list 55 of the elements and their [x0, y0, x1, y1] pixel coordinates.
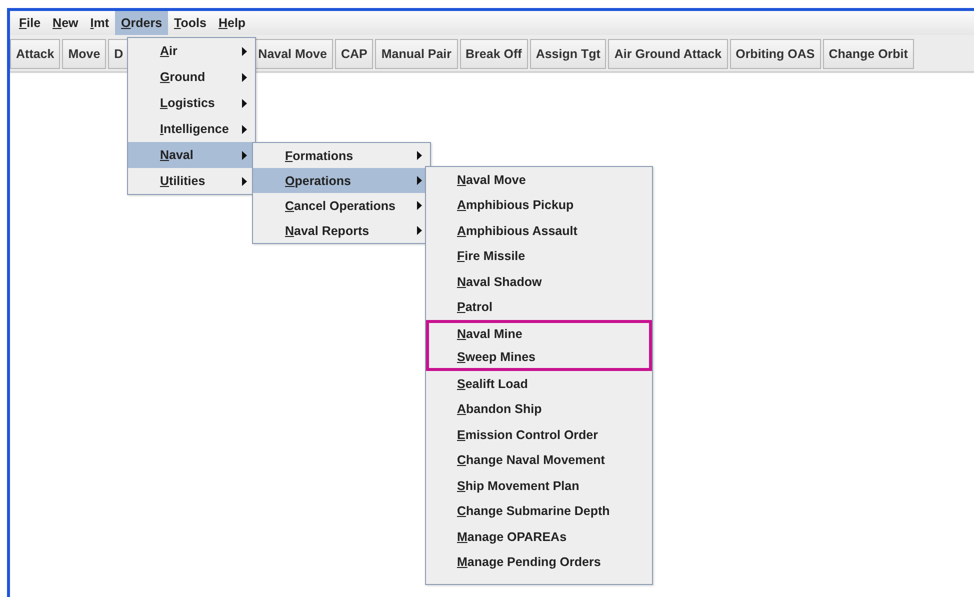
menu-item-label: Utilities: [160, 174, 206, 188]
menu-item-label: Air: [160, 44, 178, 58]
menu-item-label: Logistics: [160, 96, 215, 110]
menu-item[interactable]: File: [13, 11, 47, 35]
menu-item-label: Cancel Operations: [285, 198, 396, 212]
toolbar-button[interactable]: Attack: [10, 39, 60, 69]
menu-item[interactable]: Emission Control Order: [426, 422, 652, 448]
menu-item[interactable]: Abandon Ship: [426, 396, 652, 422]
submenu-arrow-icon: [417, 201, 422, 210]
menu-item[interactable]: Intelligence: [128, 116, 255, 142]
menu-item-label: Intelligence: [160, 122, 229, 136]
toolbar-button[interactable]: CAP: [334, 39, 374, 69]
submenu-arrow-icon: [242, 176, 247, 186]
menu-item-label: Naval Reports: [285, 224, 370, 238]
toolbar-button[interactable]: Change Orbit: [822, 39, 914, 69]
toolbar-button[interactable]: Air Ground Attack: [608, 39, 728, 69]
menu-item[interactable]: Ship Movement Plan: [426, 473, 652, 498]
submenu-arrow-icon: [417, 151, 422, 160]
toolbar-button[interactable]: Move: [62, 39, 106, 69]
menu-item-label: Formations: [285, 148, 354, 162]
submenu-arrow-icon: [242, 98, 247, 108]
toolbar-button[interactable]: Break Off: [460, 39, 528, 69]
menu-item[interactable]: Logistics: [128, 90, 255, 116]
menu-item[interactable]: Imt: [84, 11, 116, 35]
toolbar-button[interactable]: Assign Tgt: [530, 39, 606, 69]
menu-item[interactable]: Help: [212, 11, 252, 35]
menu-item-label: Operations: [285, 174, 351, 188]
menu-item[interactable]: Change Submarine Depth: [426, 498, 652, 524]
menu-item[interactable]: Sealift Load: [426, 371, 652, 396]
menu-item[interactable]: Fire Missile: [426, 244, 652, 269]
menu-item[interactable]: Orders: [115, 11, 168, 35]
menu-item[interactable]: Manage Pending Orders: [426, 550, 652, 575]
submenu-arrow-icon: [242, 150, 247, 160]
toolbar-button[interactable]: Manual Pair: [375, 39, 458, 69]
submenu-arrow-icon: [417, 226, 422, 235]
menu-item[interactable]: Naval Shadow: [426, 269, 652, 294]
menu-item[interactable]: Patrol: [426, 294, 652, 320]
menu-item[interactable]: Manage OPAREAs: [426, 524, 652, 550]
menu-item[interactable]: Utilities: [128, 168, 255, 194]
menu-item[interactable]: Formations: [253, 143, 430, 168]
menu-item-label: Naval: [160, 148, 194, 162]
menu-item[interactable]: Change Naval Movement: [426, 448, 652, 473]
menu-item[interactable]: Sweep Mines: [426, 346, 652, 371]
submenu-arrow-icon: [242, 46, 247, 56]
menu-item[interactable]: Naval Mine: [426, 320, 652, 346]
menu-item[interactable]: Tools: [168, 11, 212, 35]
menu-item[interactable]: Naval: [128, 142, 255, 168]
menu-item[interactable]: Ground: [128, 64, 255, 90]
toolbar-button[interactable]: Orbiting OAS: [730, 39, 821, 69]
submenu-arrow-icon: [417, 176, 422, 185]
menu-item[interactable]: New: [46, 11, 84, 35]
menu-item[interactable]: Air: [128, 38, 255, 64]
submenu-arrow-icon: [242, 72, 247, 82]
menu-item-label: Ground: [160, 70, 206, 84]
submenu-arrow-icon: [242, 124, 247, 134]
